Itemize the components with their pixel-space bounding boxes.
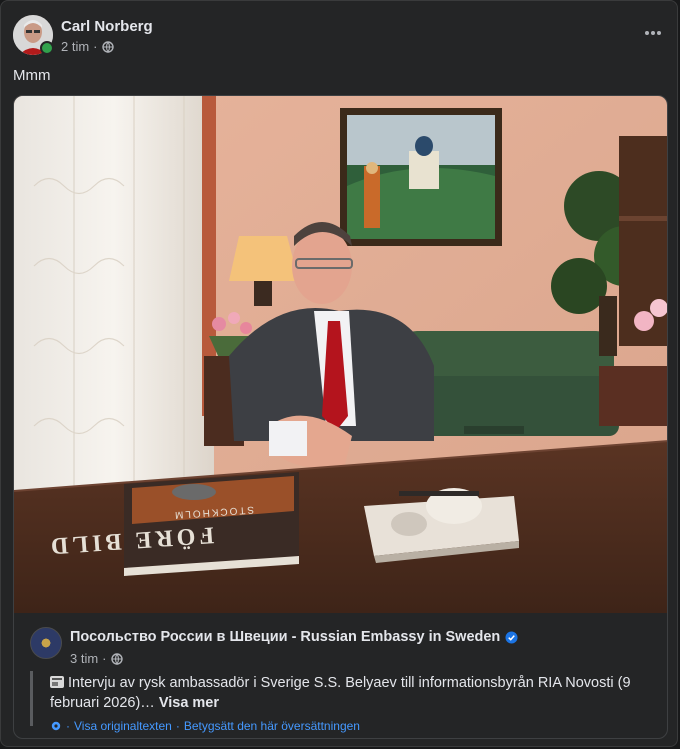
dot-separator: · [66,719,70,733]
more-options-icon[interactable] [639,19,667,47]
description-text: Intervju av rysk ambassadör i Sverige S.… [50,675,631,711]
author-name[interactable]: Carl Norberg [61,18,153,35]
shared-description: Intervju av rysk ambassadör i Sverige S.… [50,673,650,713]
meta-separator: · [93,39,98,54]
shared-post[interactable]: FÖRE BILD STOCKHOLM Посольство России в … [13,95,668,739]
dot-separator: · [175,719,180,733]
shared-post-meta: 3 tim · [70,651,123,666]
news-icon [50,676,64,688]
shared-post-footer: Посольство России в Швеции - Russian Emb… [14,613,667,738]
author-avatar[interactable] [13,15,54,55]
verified-badge-icon [505,630,518,644]
post-card: Carl Norberg 2 tim · Mmm FÖRE BILD STOCK… [0,0,678,747]
quote-bar [30,671,33,726]
see-more-link[interactable]: Visa mer [159,695,219,711]
page-name-row: Посольство России в Швеции - Russian Emb… [70,629,518,645]
globe-icon[interactable] [101,40,114,53]
translation-row: · Visa originaltexten · Betygsätt den hä… [50,719,360,733]
page-name[interactable]: Посольство России в Швеции - Russian Emb… [70,629,500,645]
meta-separator: · [102,651,107,666]
rate-translation-link[interactable]: Betygsätt den här översättningen [184,719,360,733]
post-header: Carl Norberg 2 tim · [13,15,667,59]
page-logo[interactable] [30,627,62,659]
shared-post-time[interactable]: 3 tim [70,651,98,666]
globe-icon[interactable] [110,652,123,665]
view-original-link[interactable]: Visa originaltexten [74,719,172,733]
post-photo[interactable]: FÖRE BILD STOCKHOLM [14,96,668,613]
post-meta: 2 tim · [61,39,114,54]
translate-gear-icon[interactable] [50,720,62,732]
post-text: Mmm [13,67,51,84]
post-time[interactable]: 2 tim [61,39,89,54]
online-status-dot [40,41,54,55]
